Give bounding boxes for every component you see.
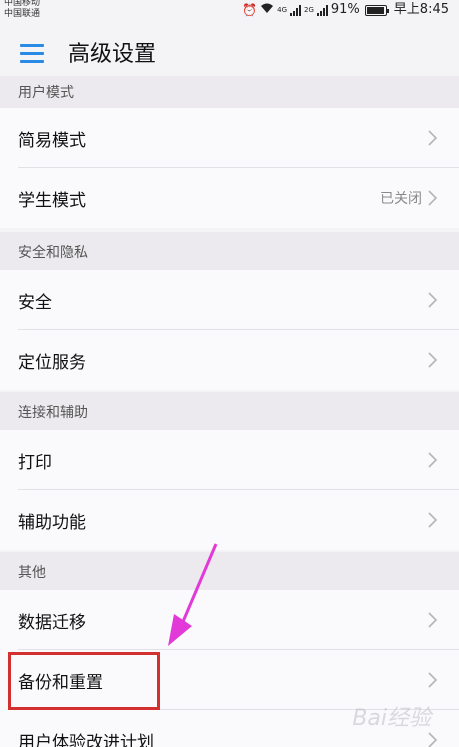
setting-item-user-experience[interactable]: 用户体验改进计划 (0, 710, 459, 747)
alarm-icon: ⏰ (242, 3, 258, 17)
setting-label: 用户体验改进计划 (18, 732, 154, 747)
network-type-2: 2G (304, 6, 314, 14)
setting-item-accessibility[interactable]: 辅助功能 (0, 490, 459, 550)
battery-percent: 91% (330, 2, 360, 17)
carrier-1: 中国移动 (4, 0, 41, 8)
chevron-right-icon (428, 732, 437, 747)
section-header-other: 其他 (0, 552, 459, 592)
chevron-right-icon (428, 292, 437, 308)
setting-label: 学生模式 (18, 190, 86, 211)
setting-label: 数据迁移 (18, 612, 86, 633)
setting-item-student-mode[interactable]: 学生模式 已关闭 (0, 168, 459, 228)
setting-item-location-services[interactable]: 定位服务 (0, 330, 459, 390)
setting-item-backup-reset[interactable]: 备份和重置 (0, 650, 459, 710)
clock: 早上8:45 (393, 2, 449, 17)
setting-item-print[interactable]: 打印 (0, 430, 459, 490)
chevron-right-icon (428, 512, 437, 528)
signal-icon-1 (290, 4, 301, 16)
chevron-right-icon (428, 672, 437, 688)
carrier-2: 中国联通 (4, 9, 41, 19)
chevron-right-icon (428, 130, 437, 146)
chevron-right-icon (428, 452, 437, 468)
setting-label: 简易模式 (18, 130, 86, 151)
battery-icon (364, 4, 389, 16)
chevron-right-icon (428, 612, 437, 628)
section-header-security-privacy: 安全和隐私 (0, 232, 459, 272)
chevron-right-icon (428, 190, 437, 206)
setting-item-security[interactable]: 安全 (0, 270, 459, 330)
wifi-icon (260, 2, 274, 18)
signal-icon-2 (316, 4, 328, 16)
page-title: 高级设置 (68, 42, 157, 67)
status-icons: ⏰ 4G 2G 91% 早上8:45 (242, 2, 449, 18)
chevron-right-icon (428, 352, 437, 368)
setting-item-data-migration[interactable]: 数据迁移 (0, 590, 459, 650)
network-type-1: 4G (277, 6, 287, 14)
setting-label: 定位服务 (18, 352, 86, 373)
menu-icon[interactable] (20, 44, 44, 64)
setting-label: 辅助功能 (18, 512, 86, 533)
setting-label: 安全 (18, 292, 52, 313)
setting-label: 打印 (18, 452, 52, 473)
status-bar: 中国移动 中国联通 ⏰ 4G 2G 91% 早上8:45 (0, 0, 459, 24)
setting-label: 备份和重置 (18, 672, 103, 693)
setting-item-simple-mode[interactable]: 简易模式 (0, 108, 459, 168)
section-header-connection-assist: 连接和辅助 (0, 392, 459, 432)
carrier-info: 中国移动 中国联通 (4, 0, 40, 20)
setting-value: 已关闭 (380, 191, 422, 207)
section-header-user-mode: 用户模式 (0, 76, 459, 108)
